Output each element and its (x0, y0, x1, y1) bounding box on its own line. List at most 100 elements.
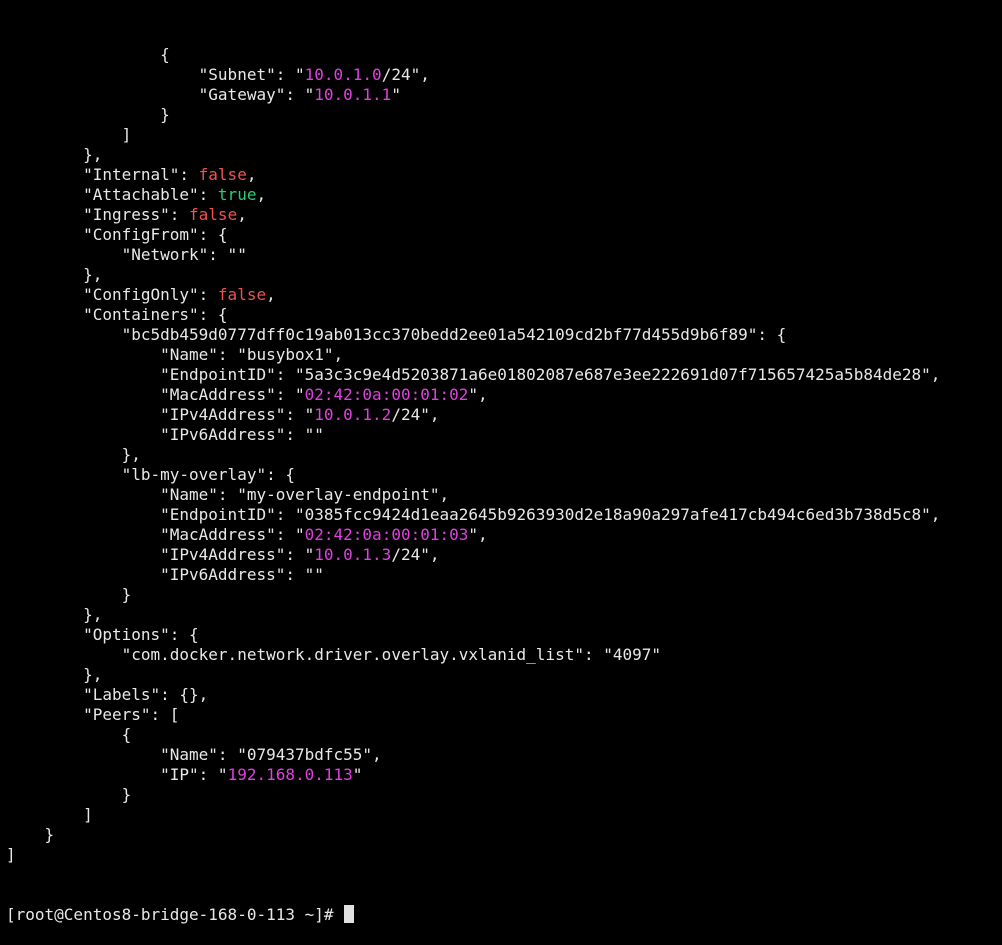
highlighted-value: false (217, 285, 267, 304)
output-line: "Containers": { (6, 305, 1002, 325)
output-line: ] (6, 125, 1002, 145)
output-line: }, (6, 445, 1002, 465)
output-line: "Name": "busybox1", (6, 345, 1002, 365)
output-line: "lb-my-overlay": { (6, 465, 1002, 485)
highlighted-value: 192.168.0.113 (227, 765, 353, 784)
output-line: "IPv6Address": "" (6, 565, 1002, 585)
text-segment: }, (6, 665, 103, 684)
highlighted-value: 10.0.1.3 (314, 545, 392, 564)
text-segment: "bc5db459d0777dff0c19ab013cc370bedd2ee01… (6, 325, 787, 344)
output-line: }, (6, 665, 1002, 685)
text-segment: { (6, 725, 132, 744)
output-line: "MacAddress": "02:42:0a:00:01:02", (6, 385, 1002, 405)
text-segment: "ConfigOnly": (6, 285, 218, 304)
text-segment: ] (6, 125, 132, 144)
output-line: "EndpointID": "0385fcc9424d1eaa2645b9263… (6, 505, 1002, 525)
output-line: "Peers": [ (6, 705, 1002, 725)
text-segment: /24", (391, 405, 440, 424)
highlighted-value: 10.0.1.2 (314, 405, 392, 424)
text-segment: "Network": "" (6, 245, 247, 264)
output-line: "Name": "my-overlay-endpoint", (6, 485, 1002, 505)
text-segment: "MacAddress": " (6, 385, 305, 404)
text-segment: "Options": { (6, 625, 199, 644)
text-segment: , (266, 285, 276, 304)
highlighted-value: true (217, 185, 257, 204)
text-segment: , (256, 185, 267, 204)
text-segment: " (352, 765, 363, 784)
text-segment: }, (6, 445, 141, 464)
text-segment: "MacAddress": " (6, 525, 305, 544)
text-segment: "Gateway": " (6, 85, 315, 104)
text-segment: "Peers": [ (6, 705, 180, 724)
output-line: { (6, 725, 1002, 745)
output-line: "MacAddress": "02:42:0a:00:01:03", (6, 525, 1002, 545)
text-segment: } (6, 825, 55, 844)
output-line: }, (6, 605, 1002, 625)
output-line: "Attachable": true, (6, 185, 1002, 205)
output-line: "IPv4Address": "10.0.1.3/24", (6, 545, 1002, 565)
output-line: { (6, 45, 1002, 65)
output-line: "Name": "079437bdfc55", (6, 745, 1002, 765)
text-segment: "IP": " (6, 765, 228, 784)
text-segment: "IPv6Address": "" (6, 425, 324, 444)
text-segment: "Name": "079437bdfc55", (6, 745, 382, 764)
text-segment: "lb-my-overlay": { (6, 465, 295, 484)
prompt-line[interactable]: [root@Centos8-bridge-168-0-113 ~]# (6, 905, 1002, 925)
text-segment: " (391, 85, 401, 104)
highlighted-value: 10.0.1.0 (304, 65, 382, 84)
text-segment: "Attachable": (6, 185, 218, 204)
output-line: "bc5db459d0777dff0c19ab013cc370bedd2ee01… (6, 325, 1002, 345)
text-segment: "Internal": (6, 165, 199, 184)
output-line: } (6, 105, 1002, 125)
output-line: "Ingress": false, (6, 205, 1002, 225)
output-line: "Network": "" (6, 245, 1002, 265)
text-segment: ] (6, 845, 16, 864)
text-segment: ", (468, 385, 488, 404)
text-segment: "Ingress": (6, 205, 190, 224)
text-segment: }, (6, 145, 103, 164)
highlighted-value: false (198, 165, 247, 184)
output-line: ] (6, 805, 1002, 825)
output-line: "IPv6Address": "" (6, 425, 1002, 445)
terminal-output: { "Subnet": "10.0.1.0/24", "Gateway": "1… (6, 45, 1002, 865)
highlighted-value: false (189, 205, 238, 224)
text-cursor (344, 905, 355, 923)
text-segment: ] (6, 805, 93, 824)
terminal-window[interactable]: { "Subnet": "10.0.1.0/24", "Gateway": "1… (0, 0, 1002, 924)
text-segment: } (6, 785, 132, 804)
text-segment: "Name": "my-overlay-endpoint", (6, 485, 450, 504)
output-line: ] (6, 845, 1002, 865)
text-segment: /24", (391, 545, 440, 564)
text-segment: "com.docker.network.driver.overlay.vxlan… (6, 645, 662, 664)
text-segment: } (6, 585, 132, 604)
text-segment: }, (6, 265, 103, 284)
output-line: "Labels": {}, (6, 685, 1002, 705)
text-segment: "IPv4Address": " (6, 405, 315, 424)
output-line: }, (6, 145, 1002, 165)
output-line: "EndpointID": "5a3c3c9e4d5203871a6e01802… (6, 365, 1002, 385)
highlighted-value: 02:42:0a:00:01:03 (304, 525, 469, 544)
output-line: "ConfigOnly": false, (6, 285, 1002, 305)
text-segment: , (237, 205, 247, 224)
text-segment: "Labels": {}, (6, 685, 209, 704)
text-segment: "Subnet": " (6, 65, 305, 84)
output-line: "Subnet": "10.0.1.0/24", (6, 65, 1002, 85)
shell-prompt: [root@Centos8-bridge-168-0-113 ~]# (6, 905, 344, 924)
text-segment: "EndpointID": "0385fcc9424d1eaa2645b9263… (6, 505, 941, 524)
output-line: "IPv4Address": "10.0.1.2/24", (6, 405, 1002, 425)
highlighted-value: 02:42:0a:00:01:02 (304, 385, 469, 404)
output-line: } (6, 785, 1002, 805)
output-line: } (6, 825, 1002, 845)
output-line: "Gateway": "10.0.1.1" (6, 85, 1002, 105)
output-line: "Internal": false, (6, 165, 1002, 185)
output-line: }, (6, 265, 1002, 285)
text-segment: ", (468, 525, 488, 544)
text-segment: "IPv6Address": "" (6, 565, 324, 584)
output-line: "ConfigFrom": { (6, 225, 1002, 245)
text-segment: } (6, 105, 170, 124)
output-line: "IP": "192.168.0.113" (6, 765, 1002, 785)
output-line: "com.docker.network.driver.overlay.vxlan… (6, 645, 1002, 665)
text-segment: { (6, 45, 170, 64)
highlighted-value: 10.0.1.1 (314, 85, 392, 104)
text-segment: "EndpointID": "5a3c3c9e4d5203871a6e01802… (6, 365, 941, 384)
